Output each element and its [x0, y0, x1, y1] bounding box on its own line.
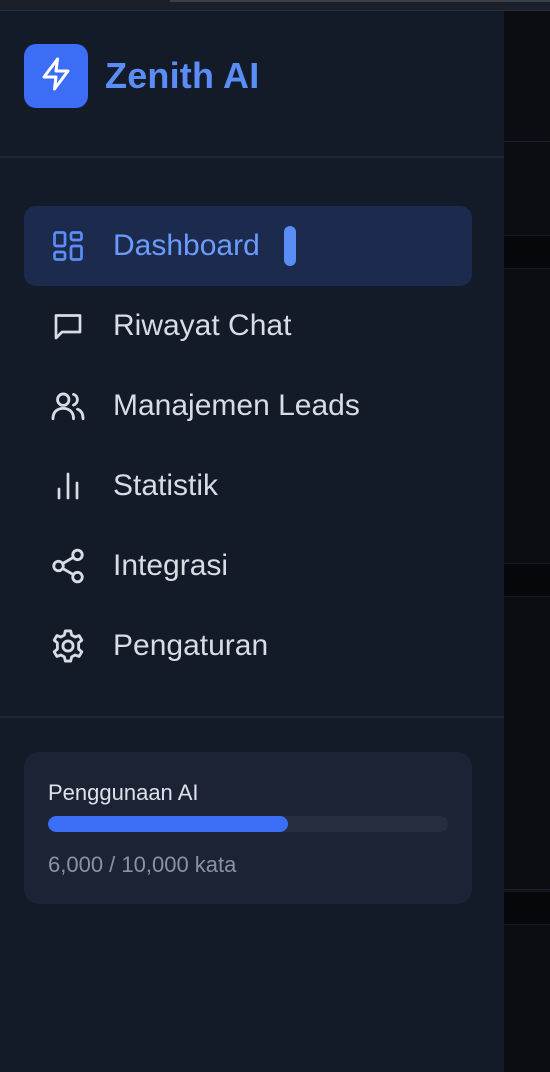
brand-logo — [24, 44, 88, 108]
main-content-backdrop — [504, 11, 550, 1072]
dashboard-grid-icon — [48, 226, 88, 266]
sidebar-item-label: Manajemen Leads — [113, 389, 360, 422]
usage-progress-fill — [48, 816, 288, 832]
sidebar-item-dashboard[interactable]: Dashboard — [24, 206, 472, 286]
bar-chart-icon — [48, 466, 88, 506]
usage-count-text: 6,000 / 10,000 kata — [48, 852, 237, 877]
browser-tab-edge — [170, 0, 550, 2]
backdrop-line — [504, 889, 550, 890]
backdrop-band — [504, 563, 550, 597]
backdrop-band — [504, 235, 550, 269]
backdrop-band — [504, 891, 550, 925]
brand-name: Zenith AI — [105, 55, 260, 96]
sidebar-item-pengaturan[interactable]: Pengaturan — [24, 606, 472, 686]
usage-title: Penggunaan AI — [48, 780, 199, 805]
users-icon — [48, 386, 88, 426]
sidebar-item-statistik[interactable]: Statistik — [24, 446, 472, 526]
sidebar-nav: Dashboard Riwayat Chat Manajemen Leads S… — [24, 206, 472, 686]
backdrop-line — [504, 141, 550, 142]
lightning-bolt-icon — [38, 56, 74, 97]
sidebar-item-label: Dashboard — [113, 229, 260, 262]
sidebar-item-label: Riwayat Chat — [113, 309, 292, 342]
sidebar-item-label: Integrasi — [113, 549, 229, 582]
brand[interactable]: Zenith AI — [24, 44, 259, 108]
sidebar-divider — [0, 716, 504, 718]
chat-bubble-icon — [48, 306, 88, 346]
sidebar-item-manajemen-leads[interactable]: Manajemen Leads — [24, 366, 472, 446]
browser-top-edge — [0, 0, 550, 11]
sidebar-item-integrasi[interactable]: Integrasi — [24, 526, 472, 606]
active-indicator — [283, 226, 296, 266]
usage-progress-bar — [48, 816, 448, 832]
gear-icon — [48, 626, 88, 666]
sidebar-item-label: Statistik — [113, 469, 219, 502]
sidebar-divider — [0, 156, 504, 158]
sidebar-item-label: Pengaturan — [113, 629, 269, 662]
share-nodes-icon — [48, 546, 88, 586]
sidebar-item-riwayat-chat[interactable]: Riwayat Chat — [24, 286, 472, 366]
ai-usage-card: Penggunaan AI 6,000 / 10,000 kata — [24, 752, 472, 904]
